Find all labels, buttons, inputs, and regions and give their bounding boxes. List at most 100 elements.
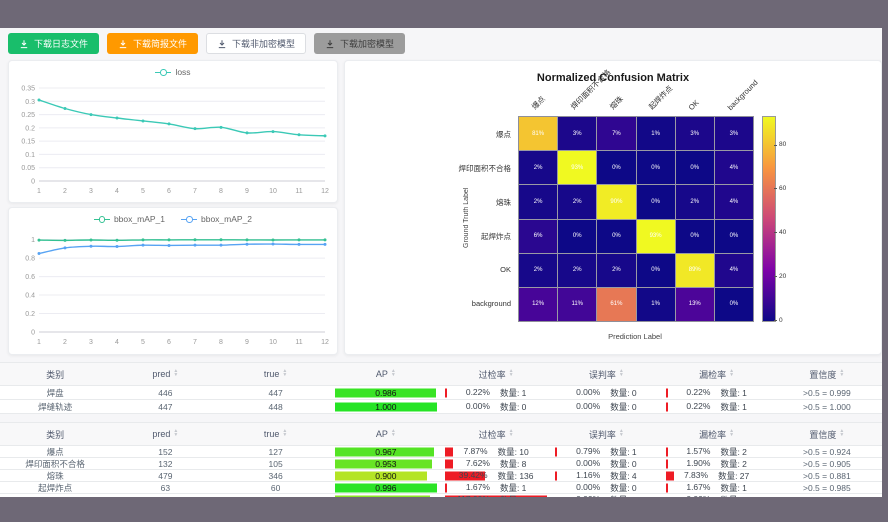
confusion-matrix-card: Normalized Confusion Matrix Ground Truth… — [344, 60, 882, 355]
matrix-cell: 11% — [558, 288, 596, 321]
cell-pred: 132 — [110, 458, 220, 469]
page: 下载日志文件下载简报文件下载非加密模型 下载加密模型 loss 00.050.10… — [0, 28, 882, 497]
column-header-overdetect-rate[interactable]: 过检率▲▼ — [441, 363, 551, 385]
svg-text:9: 9 — [245, 188, 249, 195]
column-header-label: 类别 — [46, 368, 64, 381]
column-header-miss-rate[interactable]: 漏检率▲▼ — [662, 363, 772, 385]
svg-text:11: 11 — [295, 339, 302, 346]
cell-confidence: >0.5 = 0.985 — [772, 482, 882, 493]
ap-value: 1.000 — [375, 402, 396, 412]
column-header-confidence[interactable]: 置信度▲▼ — [772, 363, 882, 385]
column-header-ap[interactable]: AP▲▼ — [331, 363, 441, 385]
legend-item-bbox_mAP_1[interactable]: bbox_mAP_1 — [94, 214, 165, 224]
sort-icon: ▲▼ — [391, 370, 396, 377]
cell-category: 熔珠 — [0, 470, 110, 481]
svg-text:0: 0 — [31, 330, 35, 337]
sort-icon: ▲▼ — [619, 370, 624, 377]
svg-text:7: 7 — [193, 339, 197, 346]
rate-value: 0.00% — [576, 458, 600, 470]
matrix-cell: 90% — [597, 185, 635, 218]
matrix-row-label: background — [345, 299, 511, 308]
sort-icon: ▲▼ — [509, 370, 514, 377]
legend-label: bbox_mAP_2 — [201, 214, 252, 224]
table-header-row: 类别pred▲▼true▲▼AP▲▼过检率▲▼误判率▲▼漏检率▲▼置信度▲▼ — [0, 423, 882, 446]
rate-value: 1.16% — [576, 470, 600, 482]
svg-text:0.4: 0.4 — [25, 293, 35, 300]
cell-misjudge-rate: 0.00%数量: 0 — [551, 386, 661, 399]
cell-misjudge-rate: 0.00%数量: 0 — [551, 494, 661, 497]
ap-value: 0.967 — [375, 447, 396, 457]
column-header-true[interactable]: true▲▼ — [221, 363, 331, 385]
svg-text:3: 3 — [89, 188, 93, 195]
download-unencrypted-model-button[interactable]: 下载非加密模型 — [206, 33, 306, 54]
cell-true: 100 — [221, 494, 331, 497]
cell-misjudge-rate: 0.00%数量: 0 — [551, 400, 661, 413]
rate-value: 7.83% — [684, 470, 708, 482]
cell-miss-rate: 1.90% 数量: 2 — [662, 458, 772, 469]
column-header-miss-rate[interactable]: 漏检率▲▼ — [662, 423, 772, 445]
cell-true: 346 — [221, 470, 331, 481]
sort-icon: ▲▼ — [839, 430, 844, 437]
metrics-table-2: 类别pred▲▼true▲▼AP▲▼过检率▲▼误判率▲▼漏检率▲▼置信度▲▼爆点… — [0, 422, 882, 497]
svg-text:1: 1 — [37, 339, 41, 346]
matrix-column-label: 爆点 — [529, 94, 547, 112]
matrix-row-label: 焊印面积不合格 — [345, 163, 511, 174]
cell-misjudge-rate: 0.00%数量: 0 — [551, 458, 661, 469]
rate-value: 1.90% — [686, 458, 710, 470]
column-header-misjudge-rate[interactable]: 误判率▲▼ — [551, 363, 661, 385]
cell-misjudge-rate: 0.00%数量: 0 — [551, 482, 661, 493]
matrix-cell: 4% — [715, 151, 753, 184]
matrix-cell: 0% — [637, 254, 675, 287]
cell-overdetect-rate: 0.00%数量: 0 — [441, 400, 551, 413]
column-header-misjudge-rate[interactable]: 误判率▲▼ — [551, 423, 661, 445]
table-row: 焊盘4464470.9860.22%数量: 10.00%数量: 00.22%数量… — [0, 386, 882, 400]
rate-value: 1.67% — [686, 482, 710, 494]
cell-pred: 447 — [110, 400, 220, 413]
rate-count: 数量: 0 — [720, 494, 746, 498]
ap-value: 0.953 — [375, 459, 396, 469]
column-header-category: 类别 — [0, 363, 110, 385]
legend-marker-icon — [155, 69, 171, 76]
rate-count: 数量: 0 — [500, 401, 526, 413]
download-report-file-button[interactable]: 下载简报文件 — [107, 33, 198, 54]
legend-item-bbox_mAP_2[interactable]: bbox_mAP_2 — [181, 214, 252, 224]
sort-icon: ▲▼ — [619, 430, 624, 437]
table-row: OK1171000.929117.00%数量: 1170.00%数量: 00.0… — [0, 494, 882, 497]
cell-confidence: >0.5 = 0.905 — [772, 458, 882, 469]
column-header-confidence[interactable]: 置信度▲▼ — [772, 423, 882, 445]
table-row: 焊缝轨迹4474481.0000.00%数量: 00.00%数量: 00.22%… — [0, 400, 882, 414]
matrix-cell: 2% — [519, 185, 557, 218]
column-header-pred[interactable]: pred▲▼ — [110, 363, 220, 385]
cell-overdetect-rate: 0.22%数量: 1 — [441, 386, 551, 399]
matrix-cell: 2% — [558, 185, 596, 218]
loss-chart-card: loss 00.050.10.150.20.250.30.35123456789… — [8, 60, 338, 203]
column-header-true[interactable]: true▲▼ — [221, 423, 331, 445]
sort-icon: ▲▼ — [282, 430, 287, 437]
matrix-cell: 13% — [676, 288, 714, 321]
column-header-ap[interactable]: AP▲▼ — [331, 423, 441, 445]
matrix-cell: 0% — [676, 151, 714, 184]
column-header-overdetect-rate[interactable]: 过检率▲▼ — [441, 423, 551, 445]
rate-count: 数量: 2 — [720, 458, 746, 470]
svg-text:6: 6 — [167, 339, 171, 346]
svg-text:0.8: 0.8 — [25, 256, 35, 263]
column-header-label: true — [264, 369, 280, 379]
toolbar: 下载日志文件下载简报文件下载非加密模型 下载加密模型 — [8, 33, 405, 54]
rate-count: 数量: 1 — [720, 401, 746, 413]
matrix-cell: 0% — [715, 220, 753, 253]
colorbar-tick-label: 60 — [779, 185, 786, 192]
cell-category: 起焊炸点 — [0, 482, 110, 493]
matrix-cell: 6% — [519, 220, 557, 253]
legend-item-loss[interactable]: loss — [155, 67, 190, 77]
column-header-pred[interactable]: pred▲▼ — [110, 423, 220, 445]
cell-true: 447 — [221, 386, 331, 399]
cell-pred: 479 — [110, 470, 220, 481]
button-label: 下载加密模型 — [340, 37, 394, 50]
download-log-file-button[interactable]: 下载日志文件 — [8, 33, 99, 54]
matrix-cell: 0% — [558, 220, 596, 253]
rate-count: 数量: 2 — [720, 446, 746, 458]
download-encrypted-model-button[interactable]: 下载加密模型 — [314, 33, 405, 54]
cell-ap: 1.000 — [331, 400, 441, 413]
cell-pred: 152 — [110, 446, 220, 457]
matrix-cell: 0% — [597, 151, 635, 184]
